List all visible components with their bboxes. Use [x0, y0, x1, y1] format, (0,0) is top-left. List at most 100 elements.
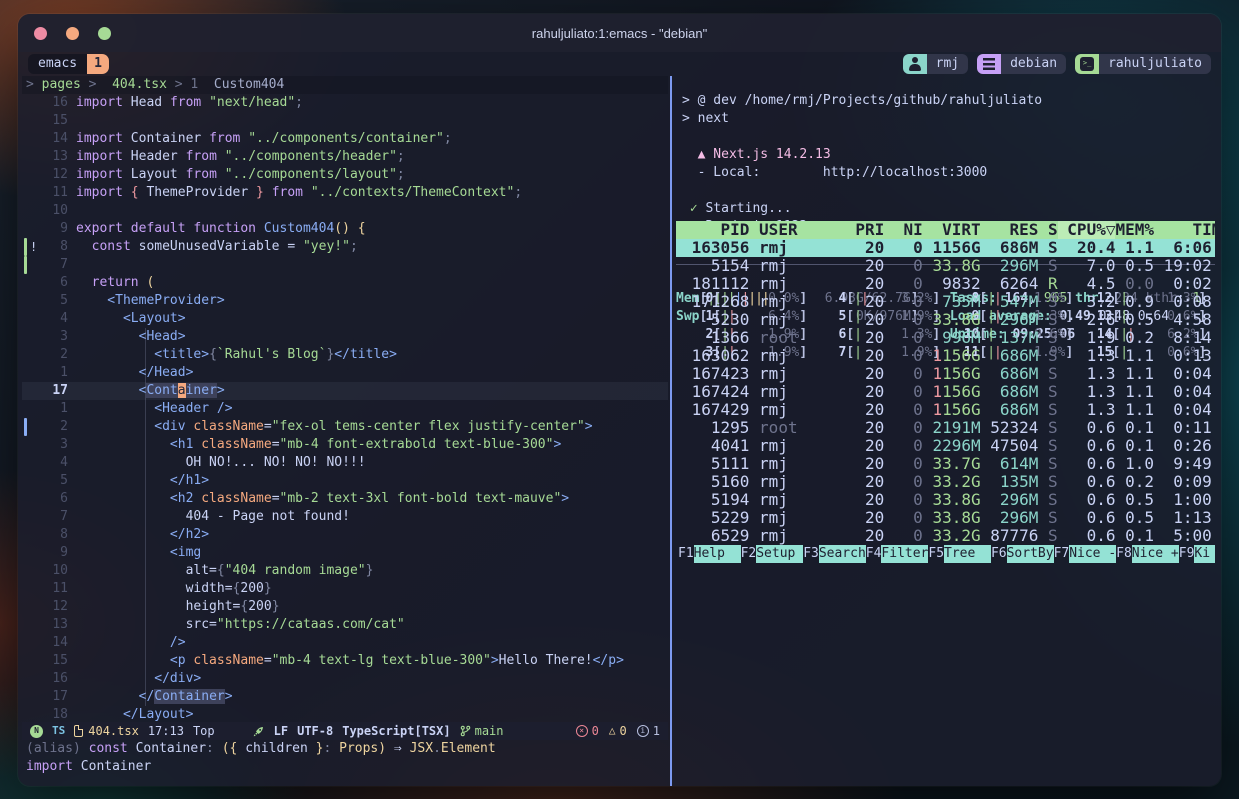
function-key[interactable]: F5Tree: [928, 545, 991, 563]
code-text: <Header />: [68, 400, 233, 418]
code-line[interactable]: 2 <title>{`Rahul's Blog`}</title>: [22, 346, 668, 364]
code-line[interactable]: 13 import Header from "../components/hea…: [22, 148, 668, 166]
code-line[interactable]: 10 alt={"404 random image"}: [22, 562, 668, 580]
code-line[interactable]: 15: [22, 112, 668, 130]
code-line[interactable]: 8 </h2>: [22, 526, 668, 544]
code-line[interactable]: 17 <Container>: [22, 382, 668, 400]
function-key[interactable]: F9Ki: [1179, 545, 1215, 563]
breadcrumb[interactable]: > pages > 404.tsx > 1 Custom404: [22, 76, 668, 94]
col-pri[interactable]: PRI: [846, 221, 885, 239]
code-line[interactable]: 16 </div>: [22, 670, 668, 688]
process-row[interactable]: 1366root200996M137MS1.90.28:14.97/usr/li: [676, 329, 1215, 347]
code-line[interactable]: 18 </Layout>: [22, 706, 668, 722]
function-key[interactable]: F6SortBy: [991, 545, 1054, 563]
code-line[interactable]: 14 import Container from "../components/…: [22, 130, 668, 148]
line-number: 14: [38, 130, 68, 148]
function-key[interactable]: F4Filter: [866, 545, 929, 563]
col-cpu-sort[interactable]: CPU%▽: [1058, 221, 1116, 239]
function-key[interactable]: F8Nice +: [1116, 545, 1179, 563]
code-line[interactable]: 1 <Header />: [22, 400, 668, 418]
process-row[interactable]: 171268rmj200735M547MS3.20.90:08.46/home/…: [676, 293, 1215, 311]
badge-icon: [1075, 54, 1099, 74]
col-state[interactable]: S: [1038, 221, 1057, 239]
col-pid[interactable]: PID: [682, 221, 749, 239]
process-row[interactable]: 167429rmj2001156G686MS1.31.10:04.43/opt/…: [676, 401, 1215, 419]
gutter-fringe: [22, 220, 38, 238]
git-change-indicator: [24, 580, 27, 598]
process-row[interactable]: 163056rmj2001156G686MS20.41.16:06.13/opt…: [676, 239, 1215, 257]
tmux-status-right: rmj debian rahuljuliato: [903, 54, 1211, 74]
function-key[interactable]: F3Search: [803, 545, 866, 563]
code-line[interactable]: 3 <Head>: [22, 328, 668, 346]
tmux-status-badge[interactable]: rahuljuliato: [1075, 54, 1211, 74]
error-count[interactable]: ×0: [576, 722, 599, 740]
tmux-status-badge[interactable]: debian: [977, 54, 1066, 74]
statusline-filename[interactable]: 404.tsx: [88, 722, 139, 740]
code-line[interactable]: 7: [22, 256, 668, 274]
function-key[interactable]: F7Nice -: [1054, 545, 1117, 563]
cell-ni: 0: [884, 275, 923, 293]
col-ni[interactable]: NI: [884, 221, 923, 239]
code-line[interactable]: 4 OH NO!... NO! NO! NO!!!: [22, 454, 668, 472]
code-line[interactable]: 6 <h2 className="mb-2 text-3xl font-bold…: [22, 490, 668, 508]
col-time[interactable]: TIME+: [1164, 221, 1215, 239]
rocket-icon: [252, 725, 265, 738]
code-line[interactable]: 12 height={200}: [22, 598, 668, 616]
cell-virt: 33.2G: [923, 473, 981, 491]
code-line[interactable]: 16 import Head from "next/head";: [22, 94, 668, 112]
code-line[interactable]: 11 import { ThemeProvider } from "../con…: [22, 184, 668, 202]
col-mem[interactable]: MEM%: [1115, 221, 1163, 239]
col-virt[interactable]: VIRT: [923, 221, 981, 239]
code-line[interactable]: 1 </Head>: [22, 364, 668, 382]
tmux-session-tab[interactable]: emacs 1: [28, 54, 109, 74]
code-line[interactable]: 9 export default function Custom404() {: [22, 220, 668, 238]
code-line[interactable]: 14 />: [22, 634, 668, 652]
info-count[interactable]: i1: [637, 722, 660, 740]
process-row[interactable]: 5194rmj20033.8G296MS0.60.51:00.90/opt/go: [676, 491, 1215, 509]
process-row[interactable]: 5229rmj20033.8G296MS0.60.51:13.86/opt/go: [676, 509, 1215, 527]
code-line[interactable]: ! 8 const someUnusedVariable = "yey!";: [22, 238, 668, 256]
code-line[interactable]: 17 </Container>: [22, 688, 668, 706]
code-text: <ThemeProvider>: [68, 292, 225, 310]
code-line[interactable]: 5 <ThemeProvider>: [22, 292, 668, 310]
code-line[interactable]: 7 404 - Page not found!: [22, 508, 668, 526]
code-line[interactable]: 3 <h1 className="mb-4 font-extrabold tex…: [22, 436, 668, 454]
cell-res: 87776: [981, 527, 1039, 545]
function-key[interactable]: F1Help: [678, 545, 741, 563]
code-line[interactable]: 13 src="https://cataas.com/cat": [22, 616, 668, 634]
cell-mem: 0.5: [1115, 509, 1163, 527]
process-row[interactable]: 1295root2002191M52324S0.60.10:11.09/usr/…: [676, 419, 1215, 437]
process-row[interactable]: 163062rmj2001156G686MS1.31.10:13.75/opt/…: [676, 347, 1215, 365]
code-line[interactable]: 5 </h1>: [22, 472, 668, 490]
col-user[interactable]: USER: [749, 221, 845, 239]
code-line[interactable]: 2 <div className="fex-ol tems-center fle…: [22, 418, 668, 436]
process-row[interactable]: 181112rmj20098326264R4.50.00:02.63htop: [676, 275, 1215, 293]
process-row[interactable]: 6529rmj20033.2G87776S0.60.15:00.02/opt/g…: [676, 527, 1215, 545]
code-line[interactable]: 4 <Layout>: [22, 310, 668, 328]
process-row[interactable]: 167423rmj2001156G686MS1.31.10:04.39/opt/…: [676, 365, 1215, 383]
cell-state: S: [1038, 455, 1057, 473]
process-row[interactable]: 5230rmj20033.8G296MS2.60.54:58.70/opt/go: [676, 311, 1215, 329]
process-row[interactable]: 5160rmj20033.2G135MS0.60.20:09.95/opt/go: [676, 473, 1215, 491]
code-line[interactable]: 9 <img: [22, 544, 668, 562]
process-table-header[interactable]: PIDUSERPRINIVIRTRESSCPU%▽MEM%TIME+Comman…: [676, 221, 1215, 239]
function-key[interactable]: F2Setup: [741, 545, 804, 563]
code-line[interactable]: 6 return (: [22, 274, 668, 292]
col-res[interactable]: RES: [981, 221, 1039, 239]
process-row[interactable]: 4041rmj2002296M47504S0.60.10:26.53/snap/…: [676, 437, 1215, 455]
process-row[interactable]: 5154rmj20033.8G296MS7.00.519:02.91/opt/g…: [676, 257, 1215, 275]
code-line[interactable]: 11 width={200}: [22, 580, 668, 598]
tmux-status-badge[interactable]: rmj: [903, 54, 968, 74]
process-row[interactable]: 5111rmj20033.7G614MS0.61.09:49.90/opt/go: [676, 455, 1215, 473]
code-line[interactable]: 15 <p className="mb-4 text-lg text-blue-…: [22, 652, 668, 670]
tmux-pane-divider[interactable]: [670, 76, 672, 786]
code-line[interactable]: 10: [22, 202, 668, 220]
cell-pri: 20: [846, 257, 885, 275]
line-number: 7: [38, 508, 68, 526]
warning-count[interactable]: △0: [609, 722, 627, 740]
code-text: </h2>: [68, 526, 209, 544]
git-branch[interactable]: main: [460, 722, 504, 740]
process-row[interactable]: 167424rmj2001156G686MS1.31.10:04.37/opt/…: [676, 383, 1215, 401]
code-line[interactable]: 12 import Layout from "../components/lay…: [22, 166, 668, 184]
diagnostics: ×0 △0 i1: [576, 722, 660, 740]
